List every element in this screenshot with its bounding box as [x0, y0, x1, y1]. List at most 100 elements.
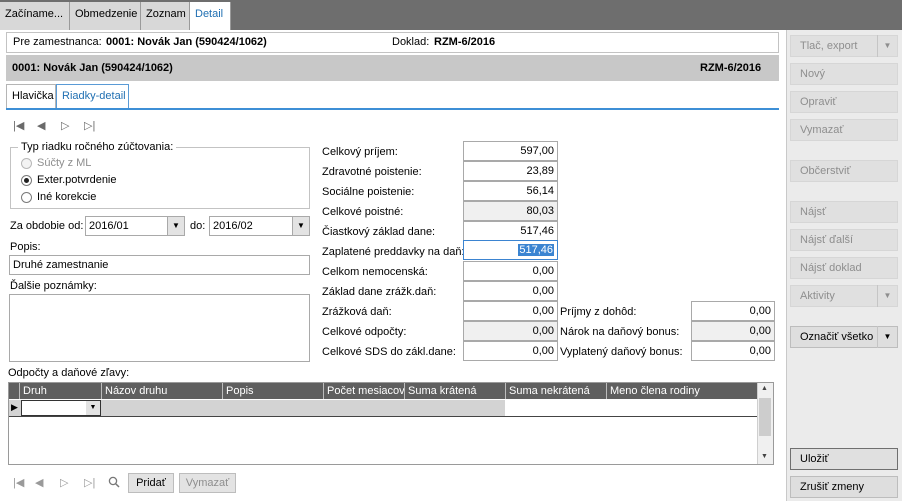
find-button[interactable]: Nájsť [790, 201, 898, 223]
value-label: Celkový príjem: [322, 146, 398, 158]
value-label: Zrážková daň: [322, 306, 392, 318]
first-record-icon[interactable]: |◀ [13, 119, 24, 132]
narok-na-bonus-field: 0,00 [691, 321, 775, 341]
col-suma-nekratena[interactable]: Suma nekrátená [505, 383, 606, 399]
socialne-poistenie-field[interactable]: 56,14 [463, 181, 558, 201]
right-value-label: Príjmy z dohôd: [560, 306, 637, 318]
last-record-icon[interactable]: ▷| [84, 119, 95, 132]
grid-prev-icon[interactable]: ◀ [35, 476, 43, 489]
popis-label: Popis: [10, 241, 41, 253]
find-next-button[interactable]: Nájsť ďalší [790, 229, 898, 251]
value-label: Zdravotné poistenie: [322, 166, 422, 178]
prijmy-z-dohod-field[interactable]: 0,00 [691, 301, 775, 321]
scroll-up-icon[interactable]: ▲ [761, 385, 768, 392]
tab-obmedzenie[interactable]: Obmedzenie [70, 2, 141, 30]
value-label: Zaplatené preddavky na daň: [322, 246, 465, 258]
radio-exter-potvrdenie[interactable] [21, 175, 32, 186]
chevron-down-icon: ▼ [292, 217, 309, 235]
tab-zoznam[interactable]: Zoznam [141, 2, 190, 30]
radio-exter-label: Exter.potvrdenie [37, 174, 117, 186]
employee-label: Pre zamestnanca: [13, 36, 102, 48]
new-button[interactable]: Nový [790, 63, 898, 85]
value-label: Základ dane zrážk.daň: [322, 286, 437, 298]
celkove-odpocty-field: 0,00 [463, 321, 558, 341]
celkovy-prijem-field[interactable]: 597,00 [463, 141, 558, 161]
col-druh[interactable]: Druh [19, 383, 101, 399]
doc-label: Doklad: [392, 36, 430, 48]
notes-label: Ďalšie poznámky: [10, 280, 97, 292]
edit-button[interactable]: Opraviť [790, 91, 898, 113]
subtab-underline [6, 108, 779, 110]
value-label: Čiastkový základ dane: [322, 226, 436, 238]
celkom-nemocenska-field[interactable]: 0,00 [463, 261, 558, 281]
chevron-down-icon: ▼ [86, 401, 100, 415]
col-pocet-mesiacov[interactable]: Počet mesiacov [323, 383, 405, 399]
tab-detail[interactable]: Detail [190, 2, 231, 30]
chevron-down-icon: ▼ [877, 35, 897, 57]
chevron-down-icon: ▼ [877, 285, 897, 307]
grid-row-blank [505, 400, 757, 416]
col-meno-clena-rodiny[interactable]: Meno člena rodiny [606, 383, 757, 399]
period-to-label: do: [190, 220, 206, 232]
grid-title: Odpočty a daňové zľavy: [8, 367, 130, 379]
radio-sucty-z-ml[interactable] [21, 158, 32, 169]
tab-zaciname[interactable]: Začíname... [0, 2, 70, 30]
row-type-title: Typ riadku ročného zúčtovania: [18, 141, 177, 153]
zaklad-dane-zrazk-field[interactable]: 0,00 [463, 281, 558, 301]
row-pointer-icon: ▶ [11, 402, 18, 412]
col-popis[interactable]: Popis [222, 383, 323, 399]
value-label: Celkom nemocenská: [322, 266, 428, 278]
next-record-icon[interactable]: ▷ [61, 119, 69, 132]
chevron-down-icon: ▼ [167, 217, 184, 235]
refresh-button[interactable]: Občerstviť [790, 160, 898, 182]
find-document-button[interactable]: Nájsť doklad [790, 257, 898, 279]
popis-input[interactable]: Druhé zamestnanie [9, 255, 310, 275]
subtab-riadky-detail[interactable]: Riadky-detail [56, 84, 129, 108]
search-icon[interactable] [108, 476, 120, 488]
col-nazov-druhu[interactable]: Názov druhu [101, 383, 222, 399]
print-export-button[interactable]: Tlač, export ▼ [790, 35, 898, 57]
activities-button[interactable]: Aktivity ▼ [790, 285, 898, 307]
value-label: Celkové poistné: [322, 206, 404, 218]
notes-textarea[interactable] [9, 294, 310, 362]
zrazkova-dan-field[interactable]: 0,00 [463, 301, 558, 321]
right-value-label: Vyplatený daňový bonus: [560, 346, 683, 358]
col-suma-kratena[interactable]: Suma krátená [404, 383, 505, 399]
header-title: 0001: Novák Jan (590424/1062) [12, 62, 173, 74]
druh-cell-editor[interactable]: ▼ [21, 400, 101, 416]
subtab-hlavicka[interactable]: Hlavička [6, 84, 56, 108]
delete-button[interactable]: Vymazať [790, 119, 898, 141]
period-to-select[interactable]: 2016/02 ▼ [209, 216, 310, 236]
zdravotne-poistenie-field[interactable]: 23,89 [463, 161, 558, 181]
delete-row-button[interactable]: Vymazať [179, 473, 236, 493]
radio-ine-label: Iné korekcie [37, 191, 97, 203]
grid-last-icon[interactable]: ▷| [84, 476, 95, 489]
value-label: Sociálne poistenie: [322, 186, 415, 198]
employee-value: 0001: Novák Jan (590424/1062) [106, 36, 267, 48]
ciastkovy-zaklad-field[interactable]: 517,46 [463, 221, 558, 241]
cancel-changes-button[interactable]: Zrušiť zmeny [790, 476, 898, 498]
zaplatene-preddavky-field[interactable]: 517,46 [463, 240, 558, 260]
grid-first-icon[interactable]: |◀ [13, 476, 24, 489]
grid-row-divider [9, 416, 757, 417]
chevron-down-icon: ▼ [877, 326, 897, 348]
select-all-button[interactable]: Označiť všetko ▼ [790, 326, 898, 348]
celkove-sds-field[interactable]: 0,00 [463, 341, 558, 361]
period-from-select[interactable]: 2016/01 ▼ [85, 216, 185, 236]
vyplateny-bonus-field[interactable]: 0,00 [691, 341, 775, 361]
prev-record-icon[interactable]: ◀ [37, 119, 45, 132]
radio-sucty-label: Súčty z ML [37, 157, 92, 169]
save-button[interactable]: Uložiť [790, 448, 898, 470]
scroll-thumb[interactable] [759, 398, 771, 436]
add-row-button[interactable]: Pridať [128, 473, 174, 493]
celkove-poistne-field: 80,03 [463, 201, 558, 221]
value-label: Celkové odpočty: [322, 326, 407, 338]
right-value-label: Nárok na daňový bonus: [560, 326, 680, 338]
header-doc: RZM-6/2016 [700, 62, 762, 74]
grid-next-icon[interactable]: ▷ [60, 476, 68, 489]
scroll-down-icon[interactable]: ▼ [761, 453, 768, 460]
period-from-label: Za obdobie od: [10, 220, 84, 232]
value-label: Celkové SDS do zákl.dane: [322, 346, 456, 358]
radio-ine-korekcie[interactable] [21, 192, 32, 203]
doc-value: RZM-6/2016 [434, 36, 496, 48]
